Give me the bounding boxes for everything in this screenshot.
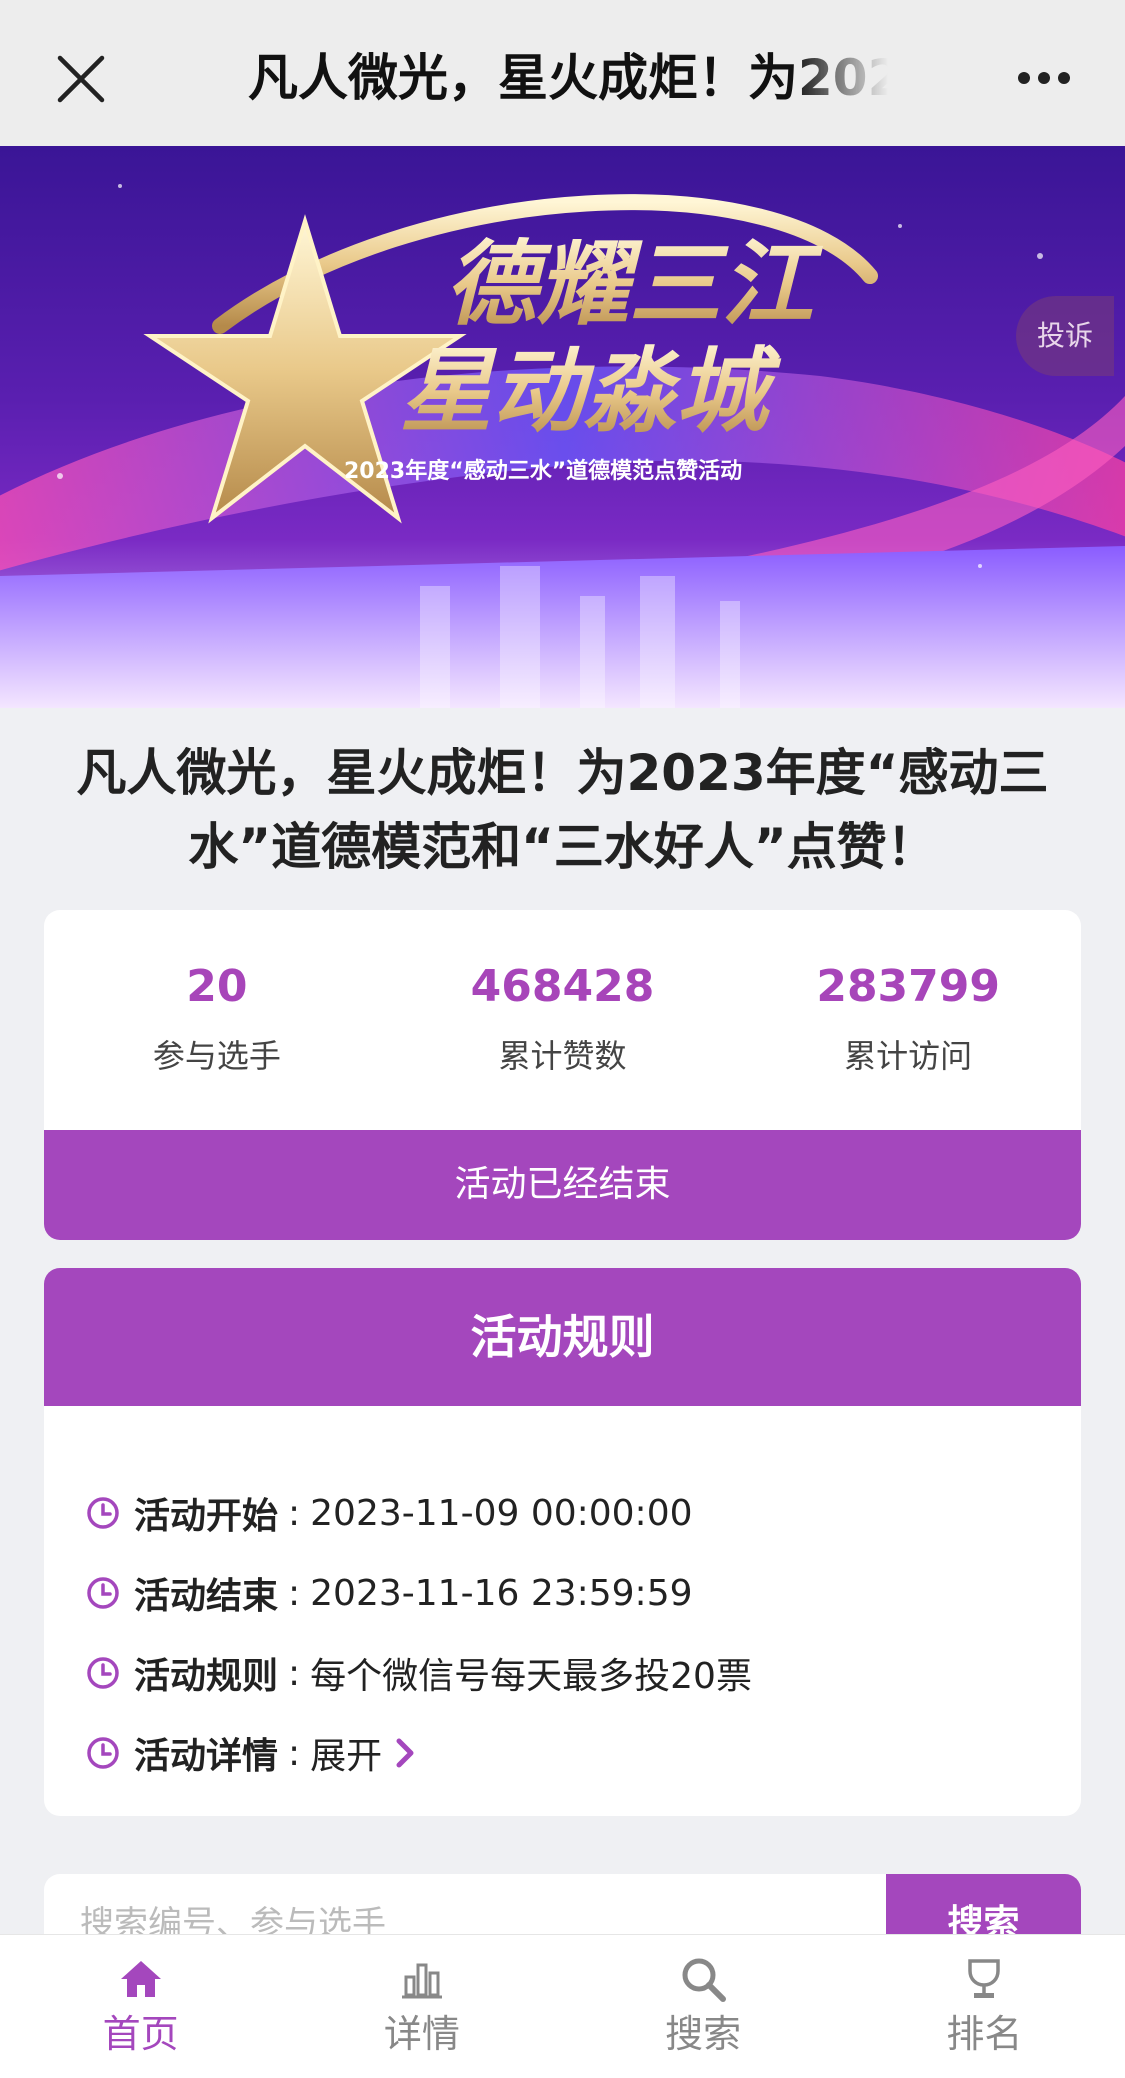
page-title: 凡人微光，星火成炬！为202 bbox=[248, 49, 888, 107]
event-headline: 凡人微光，星火成炬！为2023年度“感动三水”道德模范和“三水好人”点赞！ bbox=[76, 744, 1049, 876]
stat-label: 累计赞数 bbox=[498, 1037, 627, 1075]
tab-search[interactable]: 搜索 bbox=[563, 1935, 844, 2078]
chart-icon bbox=[401, 1963, 442, 1999]
stat-participants: 20 参与选手 bbox=[44, 910, 390, 1130]
banner-title-line1: 德耀三江 bbox=[445, 231, 824, 338]
stat-value: 283799 bbox=[816, 961, 1001, 1012]
tab-label: 搜索 bbox=[665, 2012, 742, 2056]
tab-home[interactable]: 首页 bbox=[0, 1935, 281, 2078]
tab-ranking[interactable]: 排名 bbox=[844, 1935, 1125, 2078]
rules-card: 活动规则 活动开始 : 2023-11-09 00:00:00 活动结束 : 2… bbox=[44, 1268, 1081, 1816]
clock-icon bbox=[87, 1577, 119, 1609]
rule-key: 活动结束 bbox=[134, 1576, 279, 1617]
tab-label: 首页 bbox=[102, 2012, 179, 2056]
bottom-tab-bar: 首页 详情 搜索 排名 bbox=[0, 1934, 1125, 2078]
more-icon[interactable] bbox=[1016, 70, 1072, 86]
banner-image: 德耀三江 星动淼城 2023年度“感动三水”道德模范点赞活动 bbox=[0, 146, 1125, 708]
rule-key: 活动开始 bbox=[134, 1496, 279, 1537]
stat-value: 468428 bbox=[470, 961, 655, 1012]
rule-value: 每个微信号每天最多投20票 bbox=[310, 1656, 752, 1697]
expand-link[interactable]: 展开 bbox=[310, 1727, 382, 1779]
chevron-right-icon[interactable] bbox=[394, 1737, 416, 1769]
rule-value: 2023-11-16 23:59:59 bbox=[310, 1572, 693, 1614]
rule-key: 活动规则 bbox=[134, 1656, 279, 1697]
search-icon bbox=[682, 1958, 727, 2002]
stat-label: 累计访问 bbox=[844, 1037, 973, 1075]
rule-item-details[interactable]: 活动详情 : 展开 bbox=[86, 1728, 416, 1778]
banner-title-line2: 星动淼城 bbox=[400, 338, 782, 445]
rule-value: 2023-11-09 00:00:00 bbox=[310, 1492, 693, 1534]
ranking-icon bbox=[968, 1959, 1001, 1998]
complain-button[interactable]: 投诉 bbox=[1016, 296, 1114, 376]
stat-total-likes: 468428 累计赞数 bbox=[390, 910, 736, 1130]
top-nav-bar: 凡人微光，星火成炬！为202 bbox=[0, 0, 1125, 146]
clock-icon bbox=[87, 1497, 119, 1529]
activity-status-bar: 活动已经结束 bbox=[44, 1130, 1081, 1240]
home-icon bbox=[120, 1961, 161, 1997]
clock-icon bbox=[87, 1737, 119, 1769]
close-icon[interactable] bbox=[54, 52, 108, 106]
stats-card: 20 参与选手 468428 累计赞数 283799 累计访问 活动已经结束 bbox=[44, 910, 1081, 1240]
stat-total-visits: 283799 累计访问 bbox=[735, 910, 1081, 1130]
banner-subtitle: 2023年度“感动三水”道德模范点赞活动 bbox=[344, 458, 742, 484]
rule-item-start: 活动开始 : 2023-11-09 00:00:00 bbox=[86, 1488, 693, 1538]
rule-item-end: 活动结束 : 2023-11-16 23:59:59 bbox=[86, 1568, 693, 1618]
event-banner: 德耀三江 星动淼城 2023年度“感动三水”道德模范点赞活动 bbox=[0, 146, 1125, 708]
rule-item-rules: 活动规则 : 每个微信号每天最多投20票 bbox=[86, 1648, 752, 1698]
stat-label: 参与选手 bbox=[152, 1037, 281, 1075]
stat-value: 20 bbox=[186, 961, 248, 1012]
tab-details[interactable]: 详情 bbox=[281, 1935, 562, 2078]
tab-label: 排名 bbox=[946, 2012, 1023, 2056]
rules-heading: 活动规则 bbox=[44, 1268, 1081, 1406]
tab-label: 详情 bbox=[383, 2012, 460, 2056]
rule-key: 活动详情 bbox=[134, 1736, 279, 1777]
clock-icon bbox=[87, 1657, 119, 1689]
